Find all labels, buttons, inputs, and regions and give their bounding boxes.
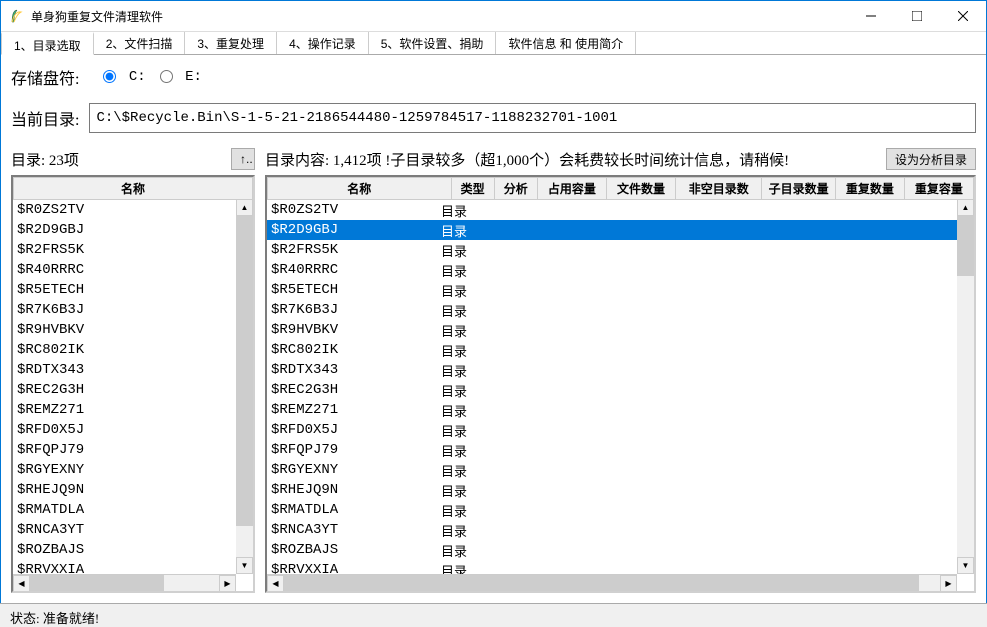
table-row[interactable]: $RNCA3YT	[13, 520, 253, 540]
column-header[interactable]: 非空目录数	[676, 178, 762, 200]
current-dir-label: 当前目录:	[11, 106, 79, 130]
left-panel-header: 目录: 23项	[11, 149, 79, 170]
scroll-down-arrow-icon[interactable]: ▼	[236, 557, 253, 574]
table-row[interactable]: $RRVXXIA目录	[267, 560, 974, 574]
scrollbar-thumb[interactable]	[236, 216, 253, 526]
column-header[interactable]: 重复容量	[904, 178, 973, 200]
storage-label: 存储盘符:	[11, 65, 79, 89]
maximize-button[interactable]	[894, 1, 940, 31]
table-row[interactable]: $RHEJQ9N	[13, 480, 253, 500]
table-row[interactable]: $RDTX343目录	[267, 360, 974, 380]
set-analysis-dir-button[interactable]: 设为分析目录	[886, 148, 976, 170]
storage-radio-group: C: E:	[89, 69, 201, 85]
titlebar: 单身狗重复文件清理软件	[1, 1, 986, 31]
scrollbar-thumb[interactable]	[30, 575, 164, 591]
scroll-left-arrow-icon[interactable]: ◀	[267, 575, 284, 592]
table-row[interactable]: $RGYEXNY	[13, 460, 253, 480]
tab-5[interactable]: 软件信息 和 使用简介	[496, 32, 636, 54]
window-title: 单身狗重复文件清理软件	[31, 8, 848, 25]
left-horizontal-scrollbar[interactable]: ◀ ▶	[13, 574, 236, 591]
tab-1[interactable]: 2、文件扫描	[94, 32, 186, 54]
tab-bar: 1、目录选取2、文件扫描3、重复处理4、操作记录5、软件设置、捐助软件信息 和 …	[1, 31, 986, 55]
tab-2[interactable]: 3、重复处理	[185, 32, 277, 54]
table-row[interactable]: $R2FRS5K目录	[267, 240, 974, 260]
right-panel-header: 目录内容: 1,412项 !子目录较多（超1,000个）会耗费较长时间统计信息，…	[265, 149, 880, 170]
table-row[interactable]: $R0ZS2TV目录	[267, 200, 974, 220]
table-row[interactable]: $REC2G3H目录	[267, 380, 974, 400]
up-directory-button[interactable]: ↑..	[231, 148, 255, 170]
table-row[interactable]: $RDTX343	[13, 360, 253, 380]
scroll-right-arrow-icon[interactable]: ▶	[219, 575, 236, 592]
table-row[interactable]: $R2D9GBJ目录	[267, 220, 974, 240]
column-header[interactable]: 文件数量	[606, 178, 675, 200]
close-button[interactable]	[940, 1, 986, 31]
table-row[interactable]: $RFD0X5J	[13, 420, 253, 440]
left-table-container: 名称 $R0ZS2TV$R2D9GBJ$R2FRS5K$R40RRRC$R5ET…	[11, 175, 255, 593]
table-row[interactable]: $REC2G3H	[13, 380, 253, 400]
scrollbar-thumb[interactable]	[957, 216, 974, 276]
column-header[interactable]: 类型	[451, 178, 494, 200]
left-vertical-scrollbar[interactable]: ▲ ▼	[236, 199, 253, 574]
scroll-up-arrow-icon[interactable]: ▲	[236, 199, 253, 216]
current-dir-path[interactable]: C:\$Recycle.Bin\S-1-5-21-2186544480-1259…	[89, 103, 976, 133]
table-row[interactable]: $R9HVBKV	[13, 320, 253, 340]
table-row[interactable]: $ROZBAJS	[13, 540, 253, 560]
table-row[interactable]: $R7K6B3J	[13, 300, 253, 320]
scrollbar-thumb[interactable]	[284, 575, 919, 591]
right-horizontal-scrollbar[interactable]: ◀ ▶	[267, 574, 957, 591]
right-vertical-scrollbar[interactable]: ▲ ▼	[957, 199, 974, 574]
table-row[interactable]: $RFQPJ79	[13, 440, 253, 460]
table-row[interactable]: $R2D9GBJ	[13, 220, 253, 240]
storage-radio-C[interactable]: C:	[89, 69, 145, 85]
scroll-right-arrow-icon[interactable]: ▶	[940, 575, 957, 592]
table-row[interactable]: $R0ZS2TV	[13, 200, 253, 220]
table-row[interactable]: $RFD0X5J目录	[267, 420, 974, 440]
tab-4[interactable]: 5、软件设置、捐助	[369, 32, 497, 54]
table-row[interactable]: $R2FRS5K	[13, 240, 253, 260]
storage-radio-E[interactable]: E:	[146, 69, 202, 85]
table-row[interactable]: $RGYEXNY目录	[267, 460, 974, 480]
table-row[interactable]: $RMATDLA目录	[267, 500, 974, 520]
table-row[interactable]: $RC802IK目录	[267, 340, 974, 360]
minimize-button[interactable]	[848, 1, 894, 31]
table-row[interactable]: $RHEJQ9N目录	[267, 480, 974, 500]
app-icon	[9, 8, 25, 24]
table-row[interactable]: $R40RRRC目录	[267, 260, 974, 280]
status-bar: 状态: 准备就绪!	[0, 603, 987, 627]
table-row[interactable]: $RC802IK	[13, 340, 253, 360]
column-header[interactable]: 占用容量	[537, 178, 606, 200]
column-header[interactable]: 分析	[494, 178, 537, 200]
scroll-up-arrow-icon[interactable]: ▲	[957, 199, 974, 216]
column-header[interactable]: 名称	[14, 178, 253, 200]
table-row[interactable]: $R9HVBKV目录	[267, 320, 974, 340]
column-header[interactable]: 名称	[268, 178, 452, 200]
table-row[interactable]: $RMATDLA	[13, 500, 253, 520]
table-row[interactable]: $RRVXXIA	[13, 560, 253, 574]
right-table-container: 名称类型分析占用容量文件数量非空目录数子目录数量重复数量重复容量 $R0ZS2T…	[265, 175, 976, 593]
table-row[interactable]: $R40RRRC	[13, 260, 253, 280]
scroll-down-arrow-icon[interactable]: ▼	[957, 557, 974, 574]
table-row[interactable]: $REMZ271目录	[267, 400, 974, 420]
table-row[interactable]: $ROZBAJS目录	[267, 540, 974, 560]
tab-3[interactable]: 4、操作记录	[277, 32, 369, 54]
table-row[interactable]: $R5ETECH目录	[267, 280, 974, 300]
column-header[interactable]: 子目录数量	[762, 178, 835, 200]
tab-0[interactable]: 1、目录选取	[1, 32, 94, 55]
table-row[interactable]: $R7K6B3J目录	[267, 300, 974, 320]
table-row[interactable]: $R5ETECH	[13, 280, 253, 300]
table-row[interactable]: $REMZ271	[13, 400, 253, 420]
table-row[interactable]: $RNCA3YT目录	[267, 520, 974, 540]
column-header[interactable]: 重复数量	[835, 178, 904, 200]
scroll-left-arrow-icon[interactable]: ◀	[13, 575, 30, 592]
table-row[interactable]: $RFQPJ79目录	[267, 440, 974, 460]
